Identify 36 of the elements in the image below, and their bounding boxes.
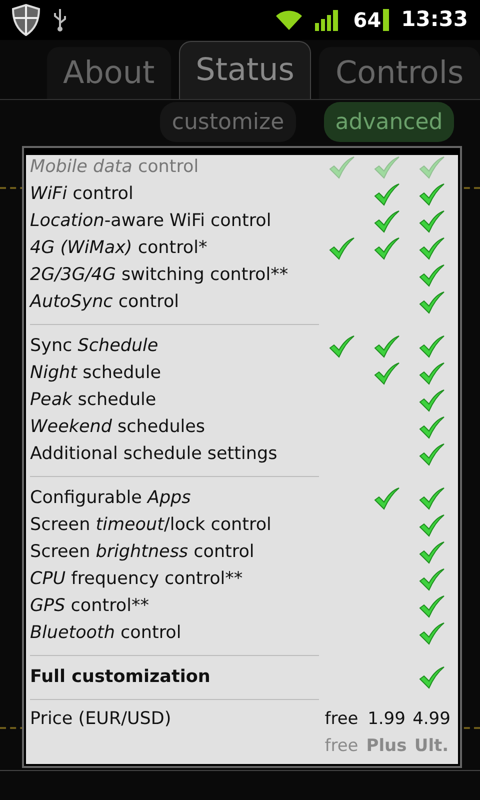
tier-name: Ult.: [413, 734, 450, 758]
feature-label: Bluetooth control: [30, 622, 182, 646]
feature-label: 4G (WiMax) control*: [30, 237, 208, 260]
wifi-icon: [275, 9, 304, 31]
toggle-button[interactable]: customize: [160, 102, 296, 142]
tier-name: free: [324, 734, 360, 758]
feature-label: Screen brightness control: [30, 541, 256, 564]
feature-label: GPS control**: [30, 595, 150, 618]
tab[interactable]: Controls: [319, 47, 480, 99]
price-label: Price (EUR/USD): [30, 708, 172, 732]
feature-label: CPU frequency control**: [30, 568, 244, 592]
tab[interactable]: About: [47, 47, 171, 99]
battery-icon: [383, 9, 390, 31]
feature-label: Screen timeout/lock control: [30, 514, 272, 538]
feature-label: Full customization: [30, 666, 212, 690]
toggle-button[interactable]: advanced: [324, 102, 454, 142]
feature-label: Sync Schedule: [30, 335, 160, 358]
feature-label: WiFi control: [30, 183, 134, 206]
clock: 13:33: [401, 6, 468, 34]
price-value: 1.99: [366, 708, 406, 731]
battery-level: 64: [353, 7, 382, 34]
price-value: free: [324, 708, 360, 731]
feature-label: Additional schedule settings: [30, 443, 278, 466]
feature-label: Weekend schedules: [30, 416, 206, 440]
tier-name: Plus: [365, 734, 408, 758]
feature-label: Night schedule: [30, 362, 162, 386]
feature-label: 2G/3G/4G switching control**: [30, 264, 290, 288]
feature-label: Configurable Apps: [30, 487, 192, 510]
shield-icon: [12, 4, 40, 36]
feature-label: AutoSync control: [30, 291, 180, 314]
tab[interactable]: Status: [178, 41, 312, 99]
price-value: 4.99: [412, 708, 452, 731]
feature-label: Mobile data control: [30, 156, 200, 180]
usb-icon: [52, 8, 68, 32]
feature-label: Peak schedule: [30, 389, 158, 412]
feature-label: Location-aware WiFi control: [30, 210, 272, 234]
